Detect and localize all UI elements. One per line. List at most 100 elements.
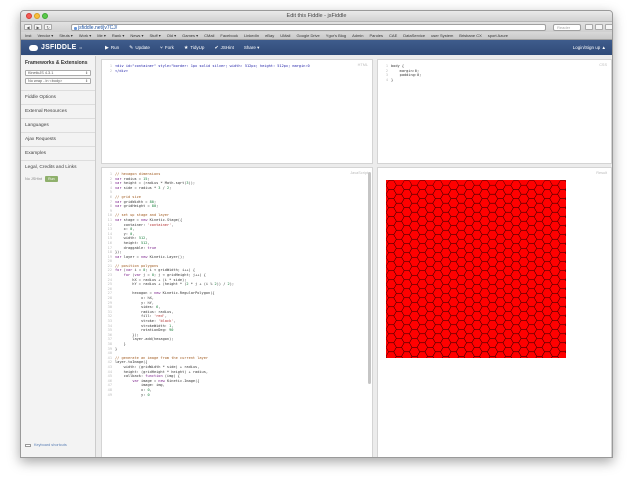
bookmark-item[interactable]: Ygor's Blog xyxy=(326,33,346,38)
code-text: height: (gridHeight * height) + radius, xyxy=(115,369,209,374)
sidebar-item-fiddle[interactable]: Fiddle Options xyxy=(21,90,95,104)
bookmark-item[interactable]: Rank ▾ xyxy=(112,33,124,38)
code-text: image: img, xyxy=(115,383,165,388)
forward-icon[interactable]: ▶ xyxy=(34,24,42,30)
css-code[interactable]: 1 body {2 margin:0; 3 padding:0; 4} xyxy=(380,64,611,82)
bookmark-item[interactable]: Stuff ▾ xyxy=(150,33,161,38)
fork-icon: ⑂ xyxy=(159,44,163,51)
framework-select[interactable]: KineticJS 4.3.1 ⇕ xyxy=(25,70,91,76)
code-text: layer.toImage({ xyxy=(115,360,148,365)
url-bar[interactable]: jsfiddle.net/jv7CJ/ xyxy=(71,24,546,31)
bookmark-item[interactable]: Struts ▾ xyxy=(59,33,73,38)
bookmark-item[interactable]: News ▾ xyxy=(130,33,143,38)
code-text: } xyxy=(391,77,394,82)
bookmark-item[interactable]: Brisbane CX xyxy=(459,33,481,38)
bookmark-item[interactable]: sport Azure xyxy=(488,33,508,38)
bookmark-item[interactable]: Paroles xyxy=(369,33,383,38)
run-icon: ▶ xyxy=(105,44,109,51)
url-text: jsfiddle.net/jv7CJ/ xyxy=(78,25,118,31)
bookmark-item[interactable]: UMail xyxy=(280,33,290,38)
action-label: Run xyxy=(110,45,120,50)
bookmark-item[interactable]: LinkedIn xyxy=(244,33,259,38)
wrap-select[interactable]: No wrap - in <body> ⇕ xyxy=(25,78,91,84)
jsfiddle-header: JSFIDDLE α ▶ Run ✎ Update ⑂ Fork ★ TidyUp ✔ JSHin… xyxy=(21,40,612,55)
action-update-button[interactable]: ✎ Update xyxy=(126,43,153,53)
code-text: height: 512, xyxy=(115,240,150,245)
code-text: draggable: true xyxy=(115,245,157,250)
js-code[interactable]: 1// hexagon dimensions 2 var radius = 15; 3… xyxy=(104,172,372,397)
code-text: var gridHeight = 80; xyxy=(115,204,159,209)
code-text: // hexagon dimensions xyxy=(115,172,161,176)
bookmark-item[interactable]: Old ▾ xyxy=(167,33,176,38)
code-text: strokeWidth: 1, xyxy=(115,323,174,328)
js-scrollbar[interactable] xyxy=(368,172,371,384)
code-text: var radius = 15; xyxy=(115,176,150,181)
bookmark-item[interactable]: Inst xyxy=(25,33,31,38)
bookmark-item[interactable]: Facebook xyxy=(220,33,238,38)
update-icon: ✎ xyxy=(129,44,134,51)
code-text: width: (gridWidth * side) + radius, xyxy=(115,364,200,369)
sidebar-item-languages[interactable]: Languages xyxy=(21,118,95,132)
code-text: // generate an image from the current la… xyxy=(115,355,209,360)
code-text: <div id="container" style="border: 1px s… xyxy=(115,64,310,68)
action-bar: ▶ Run ✎ Update ⑂ Fork ★ TidyUp ✔ JSHint Share ▾ xyxy=(102,43,262,53)
reader-button[interactable]: Reader xyxy=(553,24,581,31)
bookmark-item[interactable]: CAE xyxy=(389,33,397,38)
sidebar: Frameworks & Extensions KineticJS 4.3.1 … xyxy=(21,56,96,457)
action-label: Update xyxy=(135,45,150,50)
hexagon-grid xyxy=(386,180,566,358)
bookmark-item[interactable]: DataService xyxy=(403,33,425,38)
login-link[interactable]: Login/Sign up ▲ xyxy=(573,45,606,50)
jsfiddle-logo[interactable]: JSFIDDLE α xyxy=(29,44,96,51)
code-text: sides: 6, xyxy=(115,305,161,310)
action-jshint-button[interactable]: ✔ JSHint xyxy=(211,43,236,53)
browser-window: Edit this Fiddle - jsFiddle ◀ ▶ ↻ jsfidd… xyxy=(20,10,613,458)
code-text: // grid size xyxy=(115,194,141,199)
site-icon xyxy=(74,26,77,30)
share-icon[interactable] xyxy=(585,24,593,30)
bookmark-item[interactable]: Admin xyxy=(352,33,363,38)
code-text: var stage = new Kinetic.Stage({ xyxy=(115,217,183,222)
back-icon[interactable]: ◀ xyxy=(24,24,32,30)
bookmark-item[interactable]: user System xyxy=(431,33,453,38)
title-bar: Edit this Fiddle - jsFiddle xyxy=(21,11,612,22)
chevron-updown-icon: ⇕ xyxy=(85,79,88,83)
bookmark-item[interactable]: Work ▾ xyxy=(79,33,91,38)
js-panel[interactable]: JavaScript 1// hexagon dimensions 2 var ra… xyxy=(101,167,373,457)
bookmark-item[interactable]: Games ▾ xyxy=(182,33,198,38)
hexagon-grid-canvas[interactable] xyxy=(386,180,566,358)
code-text: // set up stage and layer xyxy=(115,213,170,218)
action-fork-button[interactable]: ⑂ Fork xyxy=(157,43,177,53)
bookmark-item[interactable]: eBay xyxy=(265,33,274,38)
action-label: TidyUp xyxy=(190,45,205,50)
bookmarks-bar: Inst Vendor ▾ Struts ▾ Work ▾ Me ▾ Rank ▾ News… xyxy=(21,32,612,40)
action-run-button[interactable]: ▶ Run xyxy=(102,43,122,53)
sidebar-item-examples[interactable]: Examples xyxy=(21,146,95,160)
code-text: x: 0, xyxy=(115,387,152,392)
add-tab-icon[interactable] xyxy=(605,24,612,30)
code-text: padding:0; xyxy=(391,73,422,78)
jshint-run-button[interactable]: Run xyxy=(45,176,58,182)
sidebar-item-legal[interactable]: Legal, Credits and Links xyxy=(21,160,95,174)
action-share-button[interactable]: Share ▾ xyxy=(241,43,263,53)
bookmark-item[interactable]: Google Drive xyxy=(296,33,319,38)
reload-icon[interactable]: ↻ xyxy=(44,24,52,30)
sidebar-item-external[interactable]: External Resources xyxy=(21,104,95,118)
sidebar-item-ajax[interactable]: Ajax Requests xyxy=(21,132,95,146)
code-text: container: 'container', xyxy=(115,222,174,227)
bookmark-item[interactable]: Vendor ▾ xyxy=(37,33,53,38)
sidebar-toggle-icon[interactable] xyxy=(595,24,603,30)
code-text: var layer = new Kinetic.Layer(); xyxy=(115,254,185,259)
html-panel[interactable]: HTML 1 <div id="container" style="border:… xyxy=(101,59,373,164)
code-text: }); xyxy=(115,332,139,337)
result-panel-label: Result xyxy=(596,171,607,175)
css-panel[interactable]: CSS 1 body {2 margin:0; 3 padding:0; 4} xyxy=(377,59,612,164)
code-text: var side = radius * 3 / 2; xyxy=(115,185,172,190)
code-text: stroke: 'black', xyxy=(115,319,176,323)
bookmark-item[interactable]: Me ▾ xyxy=(97,33,106,38)
action-tidyup-button[interactable]: ★ TidyUp xyxy=(181,43,208,53)
keyboard-shortcuts-link[interactable]: Keyboard shortcuts xyxy=(25,443,67,447)
bookmark-item[interactable]: CMail xyxy=(204,33,214,38)
code-text: x: 0, xyxy=(115,227,135,232)
html-code[interactable]: 1 <div id="container" style="border: 1px … xyxy=(104,64,372,73)
